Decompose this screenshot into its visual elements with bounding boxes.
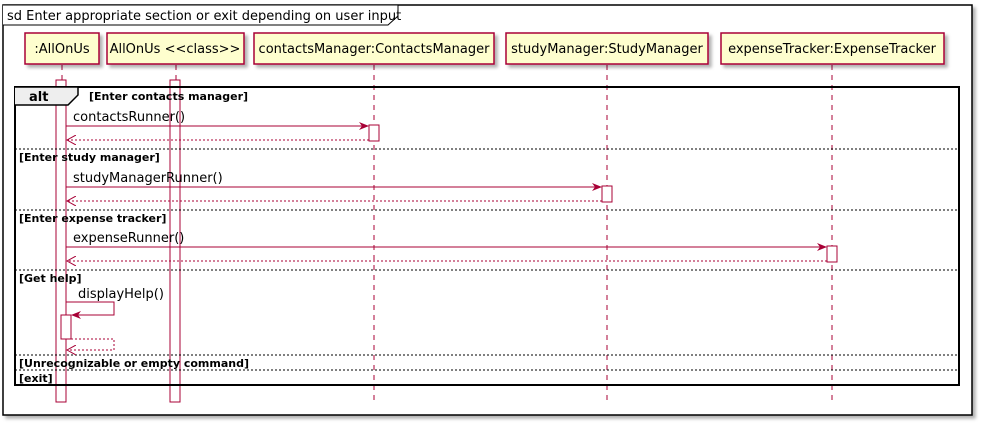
message-label: displayHelp() [78, 287, 164, 302]
alt-guard-help: [Get help] [19, 272, 82, 285]
message-label: contactsRunner() [73, 110, 185, 125]
activation-contacts [368, 124, 380, 142]
message-label: studyManagerRunner() [73, 171, 223, 186]
alt-guard-unrecognized: [Unrecognizable or empty command] [19, 357, 249, 370]
participant-expense: expenseTracker:ExpenseTracker [720, 32, 945, 65]
sequence-diagram: sd Enter appropriate section or exit dep… [2, 4, 973, 416]
participant-label: expenseTracker:ExpenseTracker [728, 42, 936, 57]
activation-expense [826, 245, 838, 263]
participant-label: :AllOnUs [34, 42, 89, 57]
activation-study [601, 185, 613, 203]
participant-allonus-class: AllOnUs <<class>> [106, 32, 245, 65]
alt-guard-expense: [Enter expense tracker] [19, 212, 166, 225]
participant-label: studyManager:StudyManager [511, 42, 703, 57]
message-label: expenseRunner() [73, 231, 184, 246]
sd-frame-title: sd Enter appropriate section or exit dep… [7, 9, 401, 24]
participant-label: contactsManager:ContactsManager [259, 42, 491, 57]
alt-guard-study: [Enter study manager] [19, 151, 160, 164]
alt-guard-exit: [exit] [19, 372, 53, 385]
activation-allonus [55, 79, 67, 403]
alt-guard-contacts: [Enter contacts manager] [89, 90, 248, 103]
participant-study: studyManager:StudyManager [505, 32, 709, 65]
alt-keyword: alt [29, 90, 48, 105]
participant-contacts: contactsManager:ContactsManager [253, 32, 495, 65]
participant-label: AllOnUs <<class>> [110, 42, 241, 57]
activation-allonus-help [60, 314, 72, 340]
participant-allonus: :AllOnUs [24, 32, 100, 65]
